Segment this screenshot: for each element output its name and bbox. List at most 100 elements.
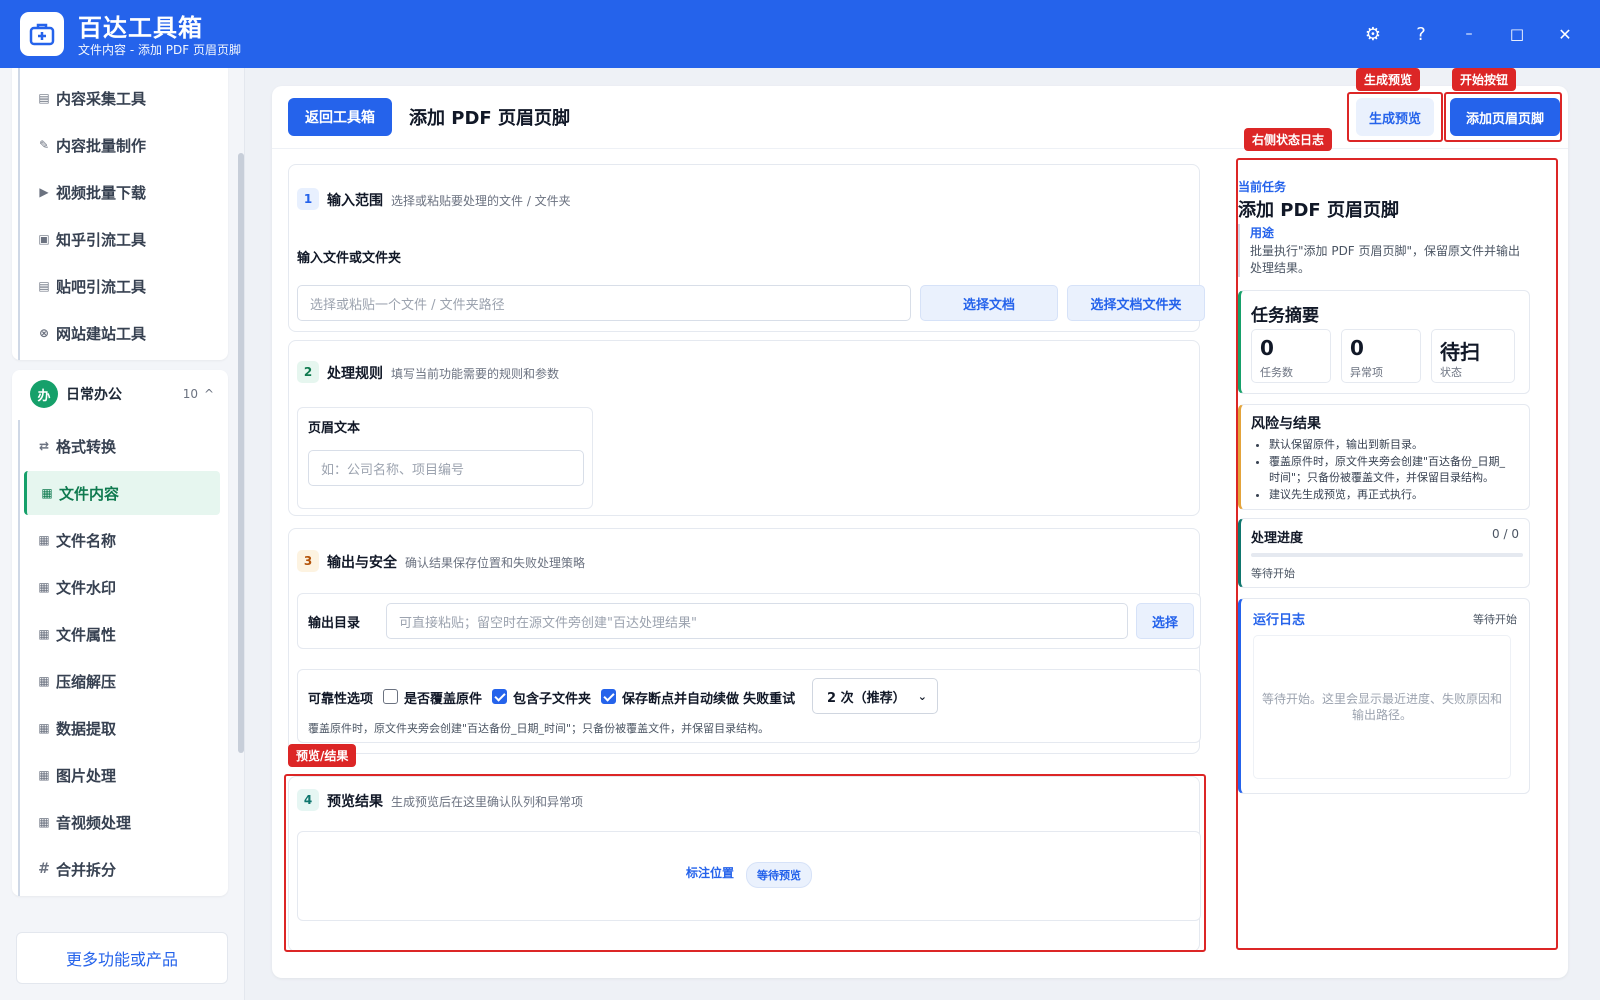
- section-rules: 2 处理规则 填写当前功能需要的规则和参数 页眉文本 如：公司名称、项目编号: [288, 340, 1200, 516]
- settings-icon[interactable]: ⚙: [1359, 20, 1387, 48]
- sidebar-item-label: 文件内容: [59, 484, 120, 503]
- group-badge: 办: [30, 380, 58, 408]
- select-folder-button[interactable]: 选择文档文件夹: [1067, 285, 1205, 321]
- title-bar: 百达工具箱 文件内容 - 添加 PDF 页眉页脚 ⚙ ? – □ ✕: [0, 0, 1600, 68]
- header-divider: [272, 148, 1568, 149]
- hash-icon: #: [38, 861, 50, 877]
- sidebar-item-label: 视频批量下载: [56, 183, 147, 202]
- resume-label: 保存断点并自动续做: [622, 692, 740, 707]
- reliability-card: 可靠性选项 是否覆盖原件 包含子文件夹 保存断点并自动续做 失败重试 2 次（推…: [297, 669, 1201, 743]
- sidebar-item-compress[interactable]: ▦ 压缩解压: [24, 659, 220, 703]
- group-count: 10: [182, 387, 198, 401]
- output-dir-input[interactable]: 可直接粘贴；留空时在源文件旁创建"百达处理结果": [386, 603, 1128, 639]
- pen-icon: ✎: [38, 138, 50, 152]
- overwrite-label: 是否覆盖原件: [404, 692, 483, 707]
- sidebar-item-label: 内容批量制作: [56, 136, 147, 155]
- page-title: 添加 PDF 页眉页脚: [409, 108, 570, 129]
- grid-icon: ▦: [41, 486, 53, 500]
- help-icon[interactable]: ?: [1407, 20, 1435, 48]
- group-label: 日常办公: [66, 387, 122, 403]
- main-panel: 返回工具箱 添加 PDF 页眉页脚 生成预览 添加页眉页脚 1 输入范围 选择或…: [272, 68, 1568, 978]
- reliability-label: 可靠性选项: [308, 692, 374, 707]
- sidebar-item-merge-split[interactable]: # 合并拆分: [24, 847, 220, 891]
- app-subtitle: 文件内容 - 添加 PDF 页眉页脚: [78, 43, 241, 57]
- sidebar-item-image[interactable]: ▦ 图片处理: [24, 753, 220, 797]
- section-input-range: 1 输入范围 选择或粘贴要处理的文件 / 文件夹 输入文件或文件夹 选择或粘贴一…: [288, 164, 1205, 332]
- sidebar-item-data-extract[interactable]: ▦ 数据提取: [24, 706, 220, 750]
- sidebar-item-file-watermark[interactable]: ▦ 文件水印: [24, 565, 220, 609]
- annotation-right-log-box: [1236, 158, 1558, 950]
- sidebar-item-tieba[interactable]: ▤ 贴吧引流工具: [24, 264, 220, 308]
- section-output: 3 输出与安全 确认结果保存位置和失败处理策略 输出目录 可直接粘贴；留空时在源…: [288, 528, 1201, 754]
- input-path-field[interactable]: 选择或粘贴一个文件 / 文件夹路径: [297, 285, 911, 321]
- swap-icon: ⇄: [38, 439, 50, 453]
- zhihu-icon: ▣: [38, 232, 50, 246]
- grid-icon: ▦: [38, 533, 50, 547]
- annotation-right-log-tag: 右侧状态日志: [1244, 128, 1333, 151]
- sidebar-item-label: 文件水印: [56, 578, 117, 597]
- sidebar-item-label: 知乎引流工具: [56, 230, 147, 249]
- sidebar-item-label: 网站建站工具: [56, 324, 147, 343]
- minimize-icon[interactable]: –: [1455, 20, 1483, 48]
- section-title: 输出与安全: [327, 555, 397, 571]
- sidebar-item-label: 数据提取: [56, 719, 117, 738]
- step-number: 1: [297, 188, 319, 210]
- sidebar-item-file-props[interactable]: ▦ 文件属性: [24, 612, 220, 656]
- sidebar-item-website[interactable]: ⊗ 网站建站工具: [24, 311, 220, 355]
- section-title: 输入范围: [327, 193, 383, 209]
- section-desc: 选择或粘贴要处理的文件 / 文件夹: [391, 194, 571, 208]
- annotation-start-tag: 开始按钮: [1452, 68, 1517, 91]
- grid-icon: ▦: [38, 815, 50, 829]
- document-icon: ▤: [38, 91, 50, 105]
- sidebar-item-file-content[interactable]: ▦ 文件内容: [24, 471, 220, 515]
- header-text-input[interactable]: 如：公司名称、项目编号: [308, 450, 584, 486]
- annotation-preview-result-box: [284, 774, 1206, 952]
- sidebar-item-content-batch[interactable]: ✎ 内容批量制作: [24, 123, 220, 167]
- sidebar-item-label: 合并拆分: [56, 860, 117, 879]
- overwrite-note: 覆盖原件时，原文件夹旁会创建"百达备份_日期_时间"；只备份被覆盖文件，并保留目…: [308, 722, 770, 735]
- grid-icon: ▦: [38, 721, 50, 735]
- sidebar-item-label: 文件名称: [56, 531, 117, 550]
- header-text-card: 页眉文本 如：公司名称、项目编号: [297, 407, 593, 509]
- more-products-button[interactable]: 更多功能或产品: [16, 932, 228, 984]
- select-document-button[interactable]: 选择文档: [920, 285, 1058, 321]
- include-subfolders-label: 包含子文件夹: [513, 692, 592, 707]
- chevron-up-icon[interactable]: ^: [204, 387, 214, 401]
- back-to-toolbox-button[interactable]: 返回工具箱: [288, 98, 392, 136]
- step-number: 3: [297, 550, 319, 572]
- sidebar-group-office[interactable]: 办 日常办公 10 ^: [18, 372, 222, 416]
- field-label: 输入文件或文件夹: [297, 251, 402, 266]
- resume-checkbox[interactable]: [601, 689, 617, 704]
- sidebar-item-zhihu[interactable]: ▣ 知乎引流工具: [24, 217, 220, 261]
- sidebar-item-label: 贴吧引流工具: [56, 277, 147, 296]
- annotation-start-box: [1444, 92, 1562, 142]
- retry-select[interactable]: 2 次（推荐） ⌄: [812, 678, 938, 714]
- output-dir-label: 输出目录: [308, 616, 361, 631]
- maximize-icon[interactable]: □: [1503, 20, 1531, 48]
- sidebar: ▤ 内容采集工具 ✎ 内容批量制作 ▶ 视频批量下载 ▣ 知乎引流工具 ▤ 贴吧…: [0, 68, 245, 1000]
- grid-icon: ▦: [38, 674, 50, 688]
- sidebar-scrollbar[interactable]: [238, 153, 244, 753]
- sidebar-item-content-collect[interactable]: ▤ 内容采集工具: [24, 76, 220, 120]
- output-dir-card: 输出目录 可直接粘贴；留空时在源文件旁创建"百达处理结果" 选择: [297, 593, 1201, 649]
- website-icon: ⊗: [38, 326, 50, 340]
- sidebar-item-label: 内容采集工具: [56, 89, 147, 108]
- include-subfolders-checkbox[interactable]: [492, 689, 508, 704]
- field-label: 页眉文本: [308, 421, 361, 436]
- overwrite-checkbox[interactable]: [383, 689, 399, 704]
- section-desc: 填写当前功能需要的规则和参数: [391, 367, 560, 381]
- app-title: 百达工具箱: [78, 14, 203, 42]
- sidebar-item-label: 图片处理: [56, 766, 117, 785]
- grid-icon: ▦: [38, 580, 50, 594]
- close-icon[interactable]: ✕: [1551, 20, 1579, 48]
- sidebar-item-video-download[interactable]: ▶ 视频批量下载: [24, 170, 220, 214]
- section-desc: 确认结果保存位置和失败处理策略: [405, 556, 586, 570]
- choose-output-button[interactable]: 选择: [1136, 603, 1194, 639]
- sidebar-item-label: 音视频处理: [56, 813, 132, 832]
- sidebar-item-format-convert[interactable]: ⇄ 格式转换: [24, 424, 220, 468]
- reliability-row: 可靠性选项 是否覆盖原件 包含子文件夹 保存断点并自动续做 失败重试: [308, 688, 805, 707]
- sidebar-item-file-name[interactable]: ▦ 文件名称: [24, 518, 220, 562]
- sidebar-item-audio-video[interactable]: ▦ 音视频处理: [24, 800, 220, 844]
- retry-value: 2 次（推荐）: [827, 690, 906, 706]
- annotation-preview-tag: 生成预览: [1356, 68, 1421, 91]
